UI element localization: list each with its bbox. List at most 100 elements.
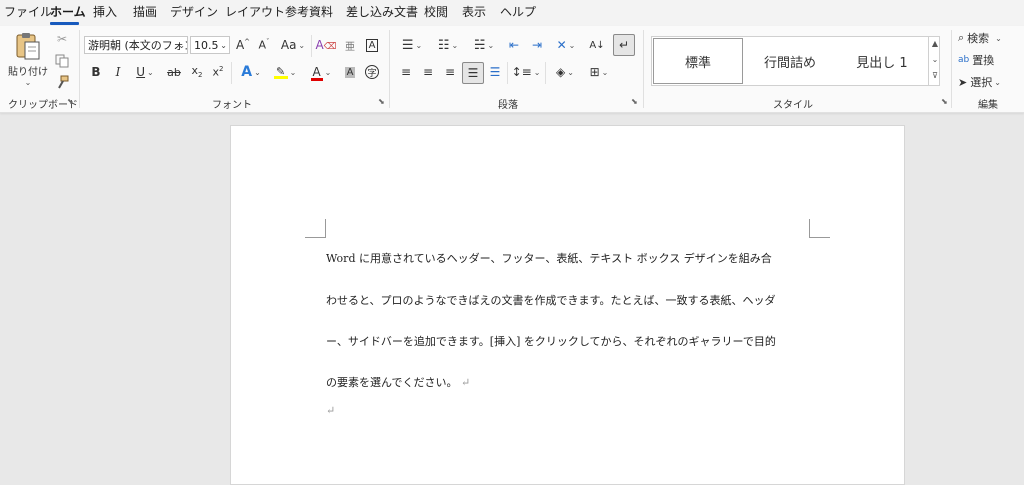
dialog-launcher-icon[interactable]: ⬊ xyxy=(378,97,385,106)
clear-formatting-icon: A⌫ xyxy=(315,38,337,52)
body-text-line[interactable]: わせると、プロのようなできばえの文書を作成できます。たとえば、一致する表紙、ヘッ… xyxy=(326,292,775,308)
font-size-combo[interactable]: 10.5 ⌄ xyxy=(190,36,230,54)
change-case-button[interactable]: Aa ⌄ xyxy=(279,35,307,55)
multilevel-list-button[interactable]: ☵ ⌄ xyxy=(468,35,500,55)
tab-references[interactable]: 参考資料 xyxy=(285,5,333,19)
divider xyxy=(643,30,644,108)
dialog-launcher-icon[interactable]: ⬊ xyxy=(67,97,74,106)
copy-button[interactable] xyxy=(52,51,72,71)
align-left-button[interactable]: ≡ xyxy=(396,62,416,82)
chevron-down-icon: ⌄ xyxy=(254,67,261,77)
tab-review[interactable]: 校閲 xyxy=(424,5,448,19)
strikethrough-icon: ab xyxy=(167,65,181,79)
copy-icon xyxy=(55,54,69,68)
shading-button[interactable]: ◈ ⌄ xyxy=(550,62,580,82)
underline-icon: U xyxy=(136,65,146,79)
tab-view[interactable]: 表示 xyxy=(462,5,486,19)
phonetic-guide-button[interactable]: 亜 xyxy=(340,35,360,55)
sort-icon: A↓ xyxy=(589,39,605,51)
tab-insert[interactable]: 挿入 xyxy=(93,5,117,19)
increase-indent-button[interactable]: ⇥ xyxy=(527,35,547,55)
empty-paragraph[interactable]: ↵ xyxy=(326,404,335,417)
align-left-icon: ≡ xyxy=(400,65,412,79)
dialog-launcher-icon[interactable]: ⬊ xyxy=(941,97,948,106)
divider xyxy=(545,62,546,84)
styles-gallery: 標準 行間詰め 見出し 1 xyxy=(651,36,940,86)
paste-button[interactable]: 貼り付け ⌄ xyxy=(8,30,48,88)
justify-button[interactable]: ☰ xyxy=(462,62,484,84)
borders-button[interactable]: ⊞ ⌄ xyxy=(584,62,614,82)
superscript-button[interactable]: x2 xyxy=(208,62,228,82)
paste-icon xyxy=(16,33,40,60)
text-effects-button[interactable]: A ⌄ xyxy=(236,62,266,82)
divider xyxy=(231,62,232,84)
gallery-down-icon[interactable]: ⌄ xyxy=(929,52,941,68)
tab-draw[interactable]: 描画 xyxy=(133,5,157,19)
shrink-font-button[interactable]: Aˇ xyxy=(254,35,274,55)
body-text-line[interactable]: Word に用意されているヘッダー、フッター、表紙、テキスト ボックス デザイン… xyxy=(326,250,772,266)
highlight-color-button[interactable]: ✎ ⌄ xyxy=(270,62,300,82)
chevron-down-icon: ⌄ xyxy=(451,40,459,50)
chevron-down-icon: ⌄ xyxy=(298,40,306,50)
tab-layout[interactable]: レイアウト xyxy=(225,5,285,19)
grow-font-button[interactable]: A^ xyxy=(233,35,253,55)
character-border-icon: A xyxy=(365,38,379,52)
style-normal[interactable]: 標準 xyxy=(653,38,743,84)
divider xyxy=(389,30,390,108)
format-painter-button[interactable] xyxy=(52,72,72,92)
numbered-list-icon: ☷ xyxy=(437,37,450,53)
decrease-indent-button[interactable]: ⇤ xyxy=(504,35,524,55)
body-text-line[interactable]: の要素を選んでください。 ↵ xyxy=(326,374,470,390)
bullet-list-icon: ☰ xyxy=(401,37,414,53)
margin-corner-top-left xyxy=(305,219,326,238)
line-spacing-icon: ↕≡ xyxy=(511,65,532,79)
font-name-combo[interactable]: 游明朝 (本文のフォン ⌄ xyxy=(84,36,188,54)
strikethrough-button[interactable]: ab xyxy=(164,62,184,82)
style-no-spacing[interactable]: 行間詰め xyxy=(744,38,836,84)
tab-file[interactable]: ファイル xyxy=(4,5,52,19)
numbering-button[interactable]: ☷ ⌄ xyxy=(432,35,464,55)
distributed-button[interactable]: ☰ xyxy=(485,62,505,82)
bullets-button[interactable]: ☰ ⌄ xyxy=(396,35,428,55)
align-right-icon: ≡ xyxy=(444,65,456,79)
body-text-line[interactable]: ー、サイドバーを追加できます。[挿入] をクリックしてから、それぞれのギャラリー… xyxy=(326,333,776,349)
style-heading-1[interactable]: 見出し 1 xyxy=(836,38,928,84)
character-border-button[interactable]: A xyxy=(362,35,382,55)
subscript-icon: x2 xyxy=(191,64,203,80)
subscript-button[interactable]: x2 xyxy=(187,62,207,82)
tab-design[interactable]: デザイン xyxy=(170,5,218,19)
chevron-down-icon: ⌄ xyxy=(995,33,1002,43)
enclose-characters-button[interactable]: 字 xyxy=(362,62,382,82)
replace-button[interactable]: ab 置換 xyxy=(958,51,994,69)
styles-group-label: スタイル xyxy=(773,100,813,111)
chevron-down-icon: ⌄ xyxy=(568,40,576,50)
font-color-icon: A xyxy=(310,65,323,81)
sort-button[interactable]: A↓ xyxy=(587,35,607,55)
select-button[interactable]: ➤ 選択 ⌄ xyxy=(958,73,1001,91)
multilevel-list-icon: ☵ xyxy=(473,37,486,53)
tab-home[interactable]: ホーム xyxy=(50,5,86,19)
dialog-launcher-icon[interactable]: ⬊ xyxy=(631,97,638,106)
underline-button[interactable]: U ⌄ xyxy=(130,62,160,82)
bold-button[interactable]: B xyxy=(86,62,106,82)
cut-button[interactable]: ✂ xyxy=(52,29,72,49)
tab-mailings[interactable]: 差し込み文書 xyxy=(346,5,418,19)
find-button[interactable]: ⌕ 検索 ⌄ xyxy=(958,29,1002,47)
font-color-button[interactable]: A ⌄ xyxy=(306,62,336,82)
asian-layout-button[interactable]: ✕ ⌄ xyxy=(551,35,581,55)
character-shading-button[interactable]: A xyxy=(340,62,360,82)
chevron-down-icon: ⌄ xyxy=(147,67,154,77)
show-formatting-marks-button[interactable]: ↵ xyxy=(613,34,635,56)
gallery-more-icon[interactable]: ⊽ xyxy=(929,68,941,84)
clear-formatting-button[interactable]: A⌫ xyxy=(315,35,337,55)
tab-help[interactable]: ヘルプ xyxy=(500,5,536,19)
italic-button[interactable]: I xyxy=(108,62,128,82)
align-center-icon: ≡ xyxy=(422,65,434,79)
gallery-up-icon[interactable]: ▲ xyxy=(929,36,941,52)
line-spacing-button[interactable]: ↕≡ ⌄ xyxy=(511,62,541,82)
align-right-button[interactable]: ≡ xyxy=(440,62,460,82)
chevron-down-icon: ⌄ xyxy=(324,67,332,77)
chevron-down-icon: ⌄ xyxy=(994,77,1001,87)
styles-gallery-scroller: ▲ ⌄ ⊽ xyxy=(928,36,941,86)
align-center-button[interactable]: ≡ xyxy=(418,62,438,82)
